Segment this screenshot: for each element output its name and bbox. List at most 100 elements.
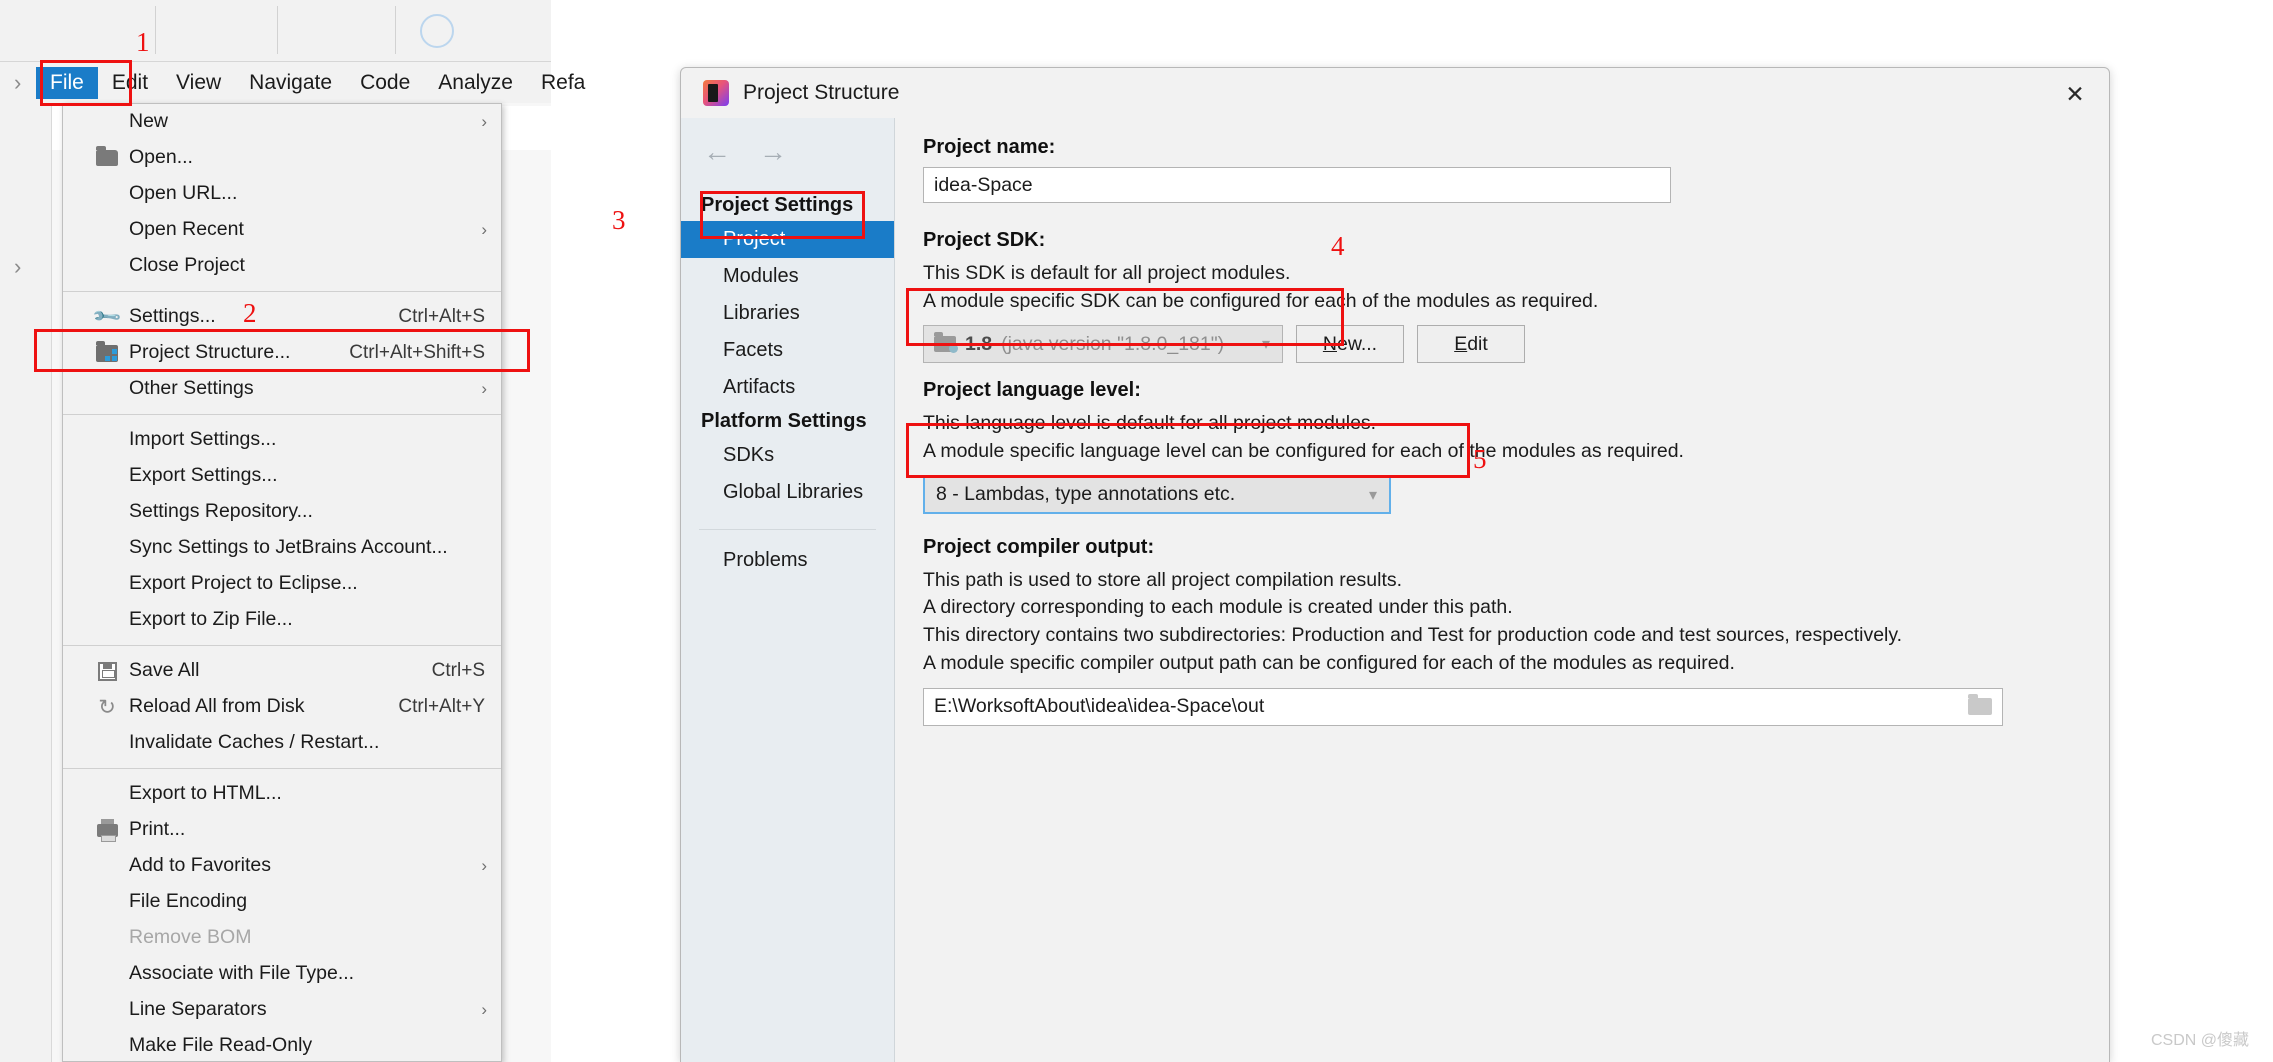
watermark-text: CSDN @傻藏 [2150,1032,2249,1049]
menu-item-sync-settings-to-jetbrains-account[interactable]: Sync Settings to JetBrains Account... [63,530,501,566]
sidebar-item-artifacts[interactable]: Artifacts [681,369,894,406]
submenu-arrow-icon: › [481,220,487,239]
ide-toolbar [0,0,551,62]
close-icon[interactable]: ✕ [2059,80,2091,108]
menu-item-invalidate-caches-restart[interactable]: Invalidate Caches / Restart... [63,725,501,761]
menu-item-label: Export Project to Eclipse... [129,572,358,595]
project-sdk-row: 1.8 (java version "1.8.0_181") ▾ New... … [923,325,2081,364]
sidebar-divider [699,529,876,530]
save-icon [95,659,119,683]
menu-item-shortcut: Ctrl+Alt+Y [398,696,485,717]
menu-item-other-settings[interactable]: Other Settings › [63,371,501,407]
sidebar-item-problems[interactable]: Problems [681,542,894,579]
menu-item-project-structure[interactable]: Project Structure... Ctrl+Alt+Shift+S [63,335,501,371]
menu-item-label: File Encoding [129,890,248,913]
submenu-arrow-icon: › [481,856,487,875]
menu-item-open[interactable]: Open... [63,140,501,176]
submenu-arrow-icon: › [481,112,487,131]
project-structure-app-icon [703,80,729,106]
menu-item-make-file-read-only[interactable]: Make File Read-Only [63,1028,501,1062]
chevron-down-icon: ▾ [1368,486,1377,504]
menubar-item-edit[interactable]: Edit [98,67,162,99]
dialog-title-text: Project Structure [743,81,900,104]
menu-item-label: New [129,110,169,133]
back-arrow-icon[interactable]: ← [703,138,731,166]
menubar-item-refactor[interactable]: Refa [527,67,599,99]
annotation-number-3: 3 [612,205,626,235]
sidebar-item-libraries[interactable]: Libraries [681,295,894,332]
reload-icon: ↻ [98,695,116,719]
menu-item-label: Open URL... [129,182,238,205]
menu-item-label: Invalidate Caches / Restart... [129,731,380,754]
menu-item-label: Export Settings... [129,464,278,487]
annotation-number-2: 2 [243,298,257,328]
menu-item-label: Other Settings [129,377,254,400]
dialog-titlebar: Project Structure [681,68,2109,118]
menu-item-file-encoding[interactable]: File Encoding [63,884,501,920]
project-sdk-description-2: A module specific SDK can be configured … [923,289,1599,312]
menu-item-add-to-favorites[interactable]: Add to Favorites › [63,848,501,884]
menu-item-label: Export to Zip File... [129,608,293,631]
submenu-arrow-icon: › [481,1000,487,1019]
sdk-edit-mnemonic: E [1454,332,1468,355]
project-sdk-combo[interactable]: 1.8 (java version "1.8.0_181") ▾ [923,325,1283,364]
menu-item-export-to-html[interactable]: Export to HTML... [63,776,501,812]
menu-item-settings[interactable]: 🔧 Settings... Ctrl+Alt+S [63,299,501,335]
menu-item-label: Export to HTML... [129,782,282,805]
compiler-output-path-input[interactable]: E:\WorksoftAbout\idea\idea-Space\out [923,687,2003,726]
menu-item-shortcut: Ctrl+Alt+S [398,306,485,327]
sdk-edit-rest: dit [1467,332,1488,355]
menu-item-label: Settings... [129,305,216,328]
menubar-item-file[interactable]: File [36,66,98,99]
menu-item-save-all[interactable]: Save All Ctrl+S [63,653,501,689]
menu-item-shortcut: Ctrl+Alt+Shift+S [349,342,485,363]
language-level-combo[interactable]: 8 - Lambdas, type annotations etc. ▾ [923,475,1391,514]
project-sdk-description-1: This SDK is default for all project modu… [923,262,1291,284]
menu-item-associate-with-file-type[interactable]: Associate with File Type... [63,956,501,992]
sidebar-nav-arrows: ← → [681,132,894,190]
compiler-output-description-1: This path is used to store all project c… [923,568,1403,591]
sidebar-item-project[interactable]: Project [681,221,894,258]
forward-arrow-icon[interactable]: → [759,138,787,166]
menu-item-import-settings[interactable]: Import Settings... [63,422,501,458]
menu-item-label: Associate with File Type... [129,962,355,985]
sdk-new-mnemonic: N [1322,332,1337,355]
sidebar-item-sdks[interactable]: SDKs [681,437,894,474]
language-level-description-2: A module specific language level can be … [923,440,1684,463]
menu-item-print[interactable]: Print... [63,812,501,848]
menu-item-open-url[interactable]: Open URL... [63,176,501,212]
menu-item-export-to-zip-file[interactable]: Export to Zip File... [63,602,501,638]
menubar-item-navigate[interactable]: Navigate [235,67,346,99]
language-level-label: Project language level: [923,379,1141,402]
menu-item-reload-all-from-disk[interactable]: ↻ Reload All from Disk Ctrl+Alt+Y [63,689,501,725]
menu-item-settings-repository[interactable]: Settings Repository... [63,494,501,530]
dialog-body: ← → Project Settings Project Modules Lib… [681,118,2109,1062]
sdk-new-button[interactable]: New... [1296,325,1404,364]
menu-item-open-recent[interactable]: Open Recent › [63,212,501,248]
menubar-item-view[interactable]: View [162,67,235,99]
sdk-edit-button[interactable]: Edit [1417,325,1525,364]
sidebar-group-project-settings: Project Settings [701,194,854,216]
menu-item-label: Import Settings... [129,428,277,451]
menu-item-label: Settings Repository... [129,500,313,523]
menu-item-new[interactable]: New › [63,104,501,140]
menu-item-close-project[interactable]: Close Project [63,248,501,284]
compiler-output-path-value: E:\WorksoftAbout\idea\idea-Space\out [934,695,1265,717]
menu-item-line-separators[interactable]: Line Separators › [63,992,501,1028]
sidebar-item-modules[interactable]: Modules [681,258,894,295]
sidebar-item-global-libraries[interactable]: Global Libraries [681,474,894,511]
compiler-output-description-4: A module specific compiler output path c… [923,651,1735,674]
menu-item-label: Open... [129,146,193,169]
file-dropdown-menu[interactable]: New › Open... Open URL... Open Recent › Close … [62,103,502,1062]
menubar-item-analyze[interactable]: Analyze [424,67,527,99]
project-sdk-version: 1.8 [965,332,993,355]
submenu-arrow-icon: › [481,379,487,398]
project-name-input[interactable]: idea-Space [923,167,1671,203]
menu-item-label: Remove BOM [129,926,252,949]
browse-folder-icon[interactable] [1968,694,1992,715]
menu-item-label: Save All [129,659,200,682]
sidebar-item-facets[interactable]: Facets [681,332,894,369]
menu-item-export-project-to-eclipse[interactable]: Export Project to Eclipse... [63,566,501,602]
menubar-item-code[interactable]: Code [346,67,424,99]
menu-item-export-settings[interactable]: Export Settings... [63,458,501,494]
